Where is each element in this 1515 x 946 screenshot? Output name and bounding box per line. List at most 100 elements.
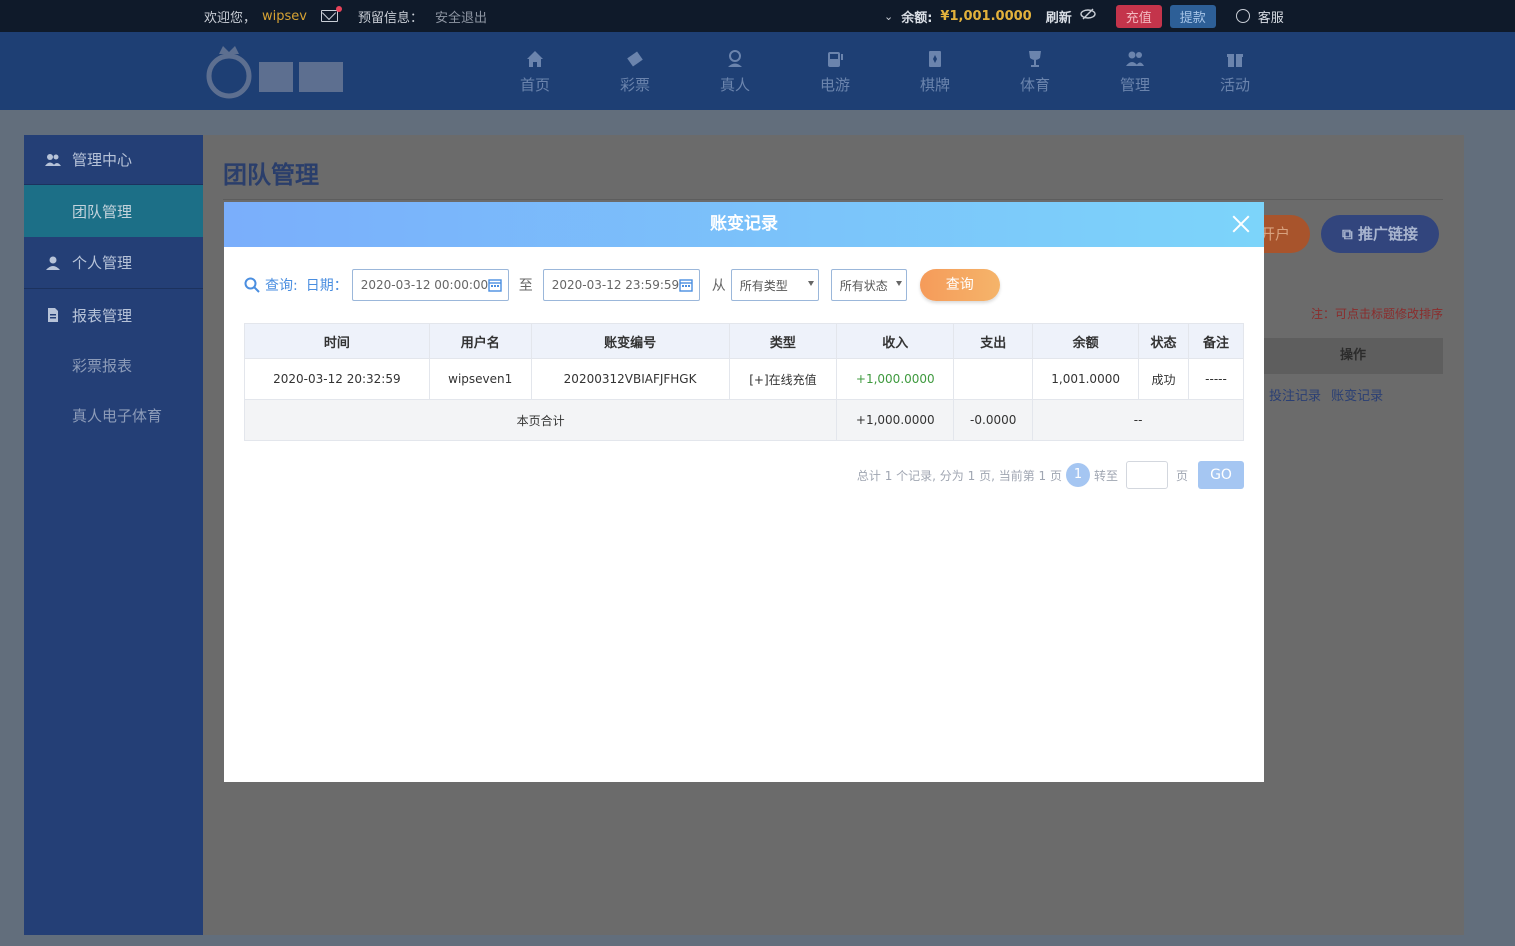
- divider: [223, 199, 1443, 200]
- close-icon[interactable]: [1230, 213, 1252, 235]
- page-number-current[interactable]: 1: [1065, 463, 1090, 487]
- nav-label: 电游: [819, 75, 850, 94]
- operation-header[interactable]: 操作: [1263, 338, 1443, 374]
- calendar-icon[interactable]: [679, 278, 693, 292]
- column-header[interactable]: 状态: [1138, 323, 1190, 359]
- users-icon: [1126, 51, 1144, 66]
- sidebar-item-team-management[interactable]: 团队管理: [24, 185, 203, 237]
- recharge-button[interactable]: 充值: [1115, 4, 1162, 28]
- eye-hidden-icon[interactable]: [1080, 8, 1096, 24]
- document-icon: [48, 308, 58, 322]
- nav-item-manage[interactable]: 管理: [1085, 32, 1185, 110]
- main-nav: 首页 彩票 真人 电游 棋牌 体育 管理 活动: [0, 32, 1515, 110]
- reserved-info-label: 预留信息：: [357, 10, 423, 26]
- query-button[interactable]: 查询: [919, 269, 1000, 301]
- users-icon: [45, 153, 61, 166]
- total-rest: --: [1032, 399, 1244, 441]
- status-select[interactable]: 所有状态: [830, 269, 907, 301]
- sidebar-item-management-center[interactable]: 管理中心: [24, 135, 203, 185]
- site-logo[interactable]: [205, 40, 350, 102]
- sidebar-item-label: 管理中心: [72, 151, 133, 169]
- go-button[interactable]: GO: [1198, 461, 1244, 489]
- column-header[interactable]: 支出: [953, 323, 1034, 359]
- total-expense: -0.0000: [953, 399, 1034, 441]
- promo-link-button[interactable]: ⧉ 推广链接: [1321, 215, 1439, 253]
- customer-service-link[interactable]: 客服: [1258, 7, 1284, 26]
- total-label: 本页合计: [243, 399, 838, 441]
- account-change-modal: 账变记录 查询: 日期： 2020-03-12 00:00:00 至 2020-…: [224, 202, 1264, 782]
- calendar-icon[interactable]: [488, 278, 502, 292]
- from-label: 从: [711, 278, 726, 294]
- sidebar: 管理中心 团队管理 个人管理 报表管理 彩票报表 真人电子体育: [24, 135, 203, 935]
- nav-label: 彩票: [619, 75, 650, 94]
- total-income: +1,000.0000: [836, 399, 955, 441]
- total-row: 本页合计 +1,000.0000 -0.0000 --: [243, 399, 1244, 441]
- balance-label: 余额:: [901, 10, 933, 26]
- date-to-value: 2020-03-12 23:59:59: [551, 278, 680, 292]
- sidebar-item-lottery-report[interactable]: 彩票报表: [24, 341, 203, 389]
- home-icon: [527, 50, 543, 67]
- share-icon: ⧉: [1342, 225, 1353, 243]
- column-header[interactable]: 类型: [728, 323, 838, 359]
- nav-item-lottery[interactable]: 彩票: [585, 32, 685, 110]
- date-from-input[interactable]: 2020-03-12 00:00:00: [351, 269, 509, 301]
- column-header[interactable]: 余额: [1032, 323, 1140, 359]
- top-bar-left: 欢迎您， wipsev 预留信息： 安全退出: [204, 0, 487, 32]
- chevron-down-icon: [807, 281, 814, 286]
- nav-item-cards[interactable]: 棋牌: [885, 32, 985, 110]
- refresh-button[interactable]: 刷新: [1046, 7, 1072, 26]
- type-select[interactable]: 所有类型: [730, 269, 819, 301]
- pagination-summary: 总计 1 个记录, 分为 1 页, 当前第 1 页: [856, 468, 1062, 483]
- cell-username: wipseven1: [428, 358, 532, 400]
- bet-record-link[interactable]: 投注记录: [1269, 389, 1321, 404]
- welcome-text: 欢迎您，: [204, 10, 257, 26]
- modal-title: 账变记录: [710, 214, 778, 234]
- row-actions: 投注记录 账变记录: [1269, 385, 1389, 404]
- cell-type: [+]在线充值: [728, 358, 838, 400]
- date-from-value: 2020-03-12 00:00:00: [360, 278, 489, 292]
- chevron-down-icon[interactable]: ⌄: [884, 10, 893, 23]
- cards-icon: [929, 50, 941, 67]
- logout-link[interactable]: 安全退出: [435, 7, 487, 26]
- nav-item-activity[interactable]: 活动: [1185, 32, 1285, 110]
- sidebar-item-report-management[interactable]: 报表管理: [24, 289, 203, 341]
- withdraw-button[interactable]: 提款: [1169, 4, 1216, 28]
- mail-icon[interactable]: [320, 6, 342, 22]
- sidebar-item-label: 团队管理: [72, 202, 133, 221]
- gift-icon: [1227, 53, 1243, 67]
- nav-label: 体育: [1019, 75, 1050, 94]
- column-header[interactable]: 收入: [836, 323, 955, 359]
- arcade-icon: [828, 51, 843, 67]
- date-to-input[interactable]: 2020-03-12 23:59:59: [542, 269, 700, 301]
- chevron-down-icon: [895, 281, 902, 286]
- nav-label: 首页: [519, 75, 550, 94]
- balance-value: ¥1,001.0000: [940, 8, 1032, 24]
- trophy-icon: [1029, 50, 1041, 67]
- page-jump-input[interactable]: [1125, 461, 1168, 489]
- page-label: 页: [1175, 468, 1188, 483]
- search-icon: [244, 277, 260, 293]
- sidebar-item-personal-management[interactable]: 个人管理: [24, 237, 203, 289]
- query-label: 查询:: [265, 278, 298, 294]
- chat-icon[interactable]: [1235, 9, 1250, 23]
- nav-item-sports[interactable]: 体育: [985, 32, 1085, 110]
- column-header[interactable]: 用户名: [428, 323, 532, 359]
- sidebar-item-label: 真人电子体育: [72, 406, 163, 425]
- sidebar-item-label: 个人管理: [72, 254, 133, 272]
- cell-expense: [953, 358, 1034, 400]
- nav-label: 真人: [719, 75, 750, 94]
- notification-dot: [335, 6, 342, 12]
- username[interactable]: wipsev: [262, 9, 307, 24]
- nav-item-live[interactable]: 真人: [685, 32, 785, 110]
- nav-items: 首页 彩票 真人 电游 棋牌 体育 管理 活动: [485, 32, 1285, 110]
- column-header[interactable]: 备注: [1188, 323, 1244, 359]
- column-header[interactable]: 账变编号: [530, 323, 730, 359]
- sidebar-item-live-egames-sports[interactable]: 真人电子体育: [24, 389, 203, 441]
- column-header[interactable]: 时间: [244, 323, 430, 359]
- to-label: 至: [518, 278, 533, 294]
- nav-item-home[interactable]: 首页: [485, 32, 585, 110]
- account-change-link[interactable]: 账变记录: [1331, 389, 1383, 404]
- nav-item-egames[interactable]: 电游: [785, 32, 885, 110]
- person-icon: [728, 49, 742, 67]
- page-title: 团队管理: [223, 161, 319, 189]
